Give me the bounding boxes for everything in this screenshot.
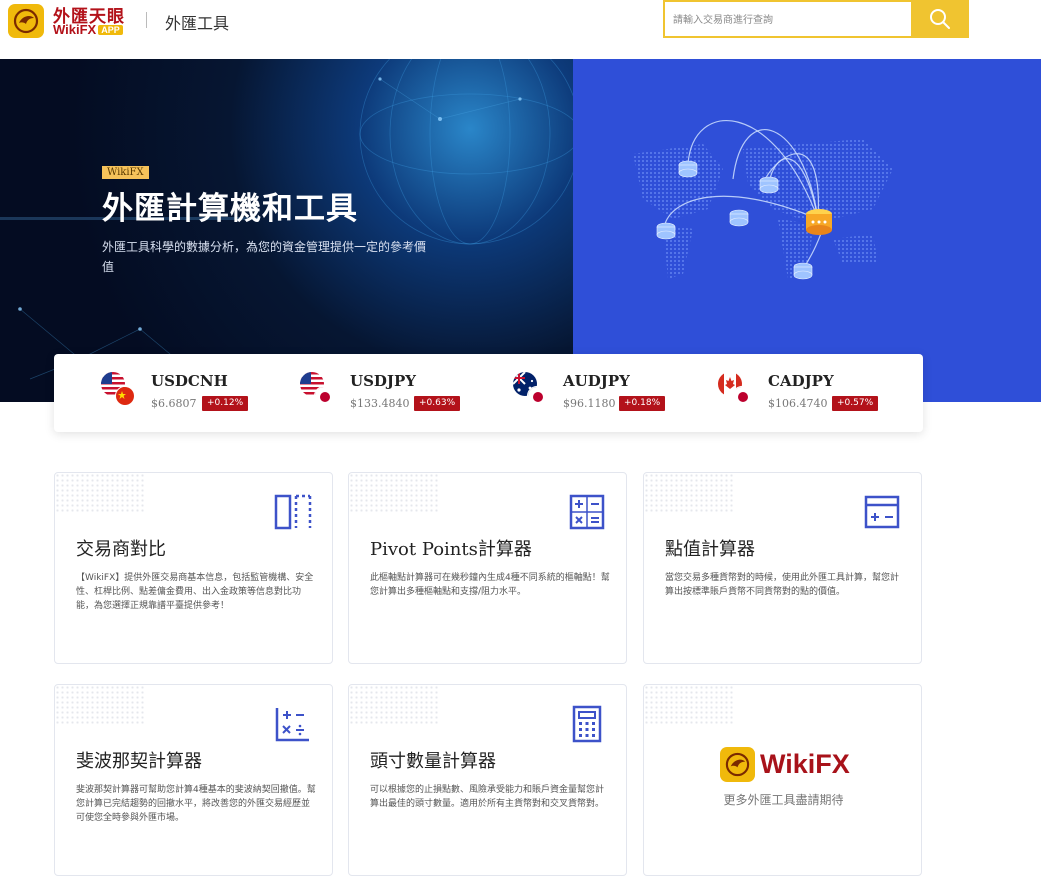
logo-app-badge: APP [98,25,123,35]
quote-item[interactable]: USDCNH $6.6807 +0.12% [101,370,301,416]
quote-change-badge: +0.12% [202,396,249,411]
wikifx-brand-text: WikiFX [760,749,850,779]
flag-pair [101,372,137,410]
tool-card-broker-compare[interactable]: 交易商對比 【WikiFX】提供外匯交易商基本信息，包括監管機構、安全性、杠桿比… [54,472,333,664]
quote-price: $133.4840 [350,397,410,410]
quote-change-badge: +0.63% [414,396,461,411]
banner-tag: WikiFX [102,166,149,179]
fibonacci-calculator-icon [275,708,309,742]
quote-symbol: USDJPY [350,372,417,390]
card-title: 頭寸數量計算器 [370,751,496,772]
quote-change-badge: +0.18% [619,396,666,411]
logo-english-text: WikiFX APP [53,22,123,37]
header-divider [146,12,147,28]
page-title: 外匯工具 [165,14,230,33]
search-button[interactable] [911,0,969,38]
banner-subtitle: 外匯工具科學的數據分析，為您的資金管理提供一定的參考價值 [102,240,427,274]
cn-flag-icon [115,386,135,406]
jp-flag-icon [732,386,752,406]
more-tools-card: WikiFX 更多外匯工具盡請期待 [643,684,922,876]
banner-globe-panel: WikiFX 外匯計算機和工具 外匯工具科學的數據分析，為您的資金管理提供一定的… [0,59,573,402]
card-title: 交易商對比 [76,539,166,560]
card-description: 可以根據您的止損點數、風險承受能力和賬戶資金量幫您計算出最佳的頭寸數量。適用於所… [370,785,605,809]
tool-card-fibonacci[interactable]: 斐波那契計算器 斐波那契計算器可幫助您計算4種基本的斐波納契回撤值。幫您計算已完… [54,684,333,876]
card-description: 當您交易多種貨幣對的時候，使用此外匯工具計算，幫您計算出按標準賬戶貨幣不同貨幣對… [665,573,900,597]
position-calculator-icon [572,705,602,743]
flag-pair [300,372,336,410]
banner-title: 外匯計算機和工具 [102,191,358,227]
compare-columns-icon [274,494,312,530]
card-title: 斐波那契計算器 [76,751,202,772]
tool-card-position-size[interactable]: 頭寸數量計算器 可以根據您的止損點數、風險承受能力和賬戶資金量幫您計算出最佳的頭… [348,684,627,876]
quote-symbol: AUDJPY [563,372,630,390]
card-dot-pattern [349,473,439,513]
card-description: 此樞軸點計算器可在幾秒鐘內生成4種不同系統的樞軸點！幫您計算出多種樞軸點和支撐/… [370,573,610,597]
tool-card-pivot-points[interactable]: Pivot Points計算器 此樞軸點計算器可在幾秒鐘內生成4種不同系統的樞軸… [348,472,627,664]
wikifx-logo[interactable]: 外匯天眼 WikiFX APP [8,2,138,38]
currency-quotes-panel: USDCNH $6.6807 +0.12% USDJPY $133.4840 +… [54,354,923,432]
card-description: 斐波那契計算器可幫助您計算4種基本的斐波納契回撤值。幫您計算已完結趨勢的回撤水平… [76,785,316,823]
quote-item[interactable]: USDJPY $133.4840 +0.63% [300,370,500,416]
globe-network-illustration [0,59,573,381]
tool-card-pip-value[interactable]: 點值計算器 當您交易多種貨幣對的時候，使用此外匯工具計算，幫您計算出按標準賬戶貨… [643,472,922,664]
pip-calculator-icon [864,495,900,529]
quote-price: $106.4740 [768,397,828,410]
eagle-logo-icon [720,747,755,782]
quote-price: $96.1180 [563,397,616,410]
jp-flag-icon [314,386,334,406]
card-dot-pattern [55,473,145,513]
more-tools-text: 更多外匯工具盡請期待 [723,793,844,807]
wikifx-card-logo: WikiFX [720,747,860,787]
top-header: 外匯天眼 WikiFX APP 外匯工具 [0,0,1041,40]
flag-pair [718,372,754,410]
card-title: Pivot Points計算器 [370,539,532,560]
quote-change-badge: +0.57% [832,396,879,411]
card-dot-pattern [55,685,145,725]
quote-symbol: CADJPY [768,372,834,390]
card-dot-pattern [644,685,734,725]
pivot-calculator-icon [569,494,605,530]
hero-banner: WikiFX 外匯計算機和工具 外匯工具科學的數據分析，為您的資金管理提供一定的… [0,59,1041,402]
jp-flag-icon [527,386,547,406]
quote-symbol: USDCNH [151,372,228,390]
card-dot-pattern [349,685,439,725]
search-bar [663,0,969,38]
quote-item[interactable]: AUDJPY $96.1180 +0.18% [513,370,713,416]
card-title: 點值計算器 [665,539,755,560]
logo-brand: WikiFX [53,22,97,37]
card-dot-pattern [644,473,734,513]
search-input[interactable] [673,10,909,30]
card-description: 【WikiFX】提供外匯交易商基本信息，包括監管機構、安全性、杠桿比例、點差傭金… [76,573,314,611]
quote-item[interactable]: CADJPY $106.4740 +0.57% [718,370,918,416]
flag-pair [513,372,549,410]
search-icon [930,9,950,29]
eagle-logo-icon [8,4,44,38]
quote-price: $6.6807 [151,397,197,410]
world-map-illustration [633,120,893,280]
banner-map-panel [573,59,1041,402]
